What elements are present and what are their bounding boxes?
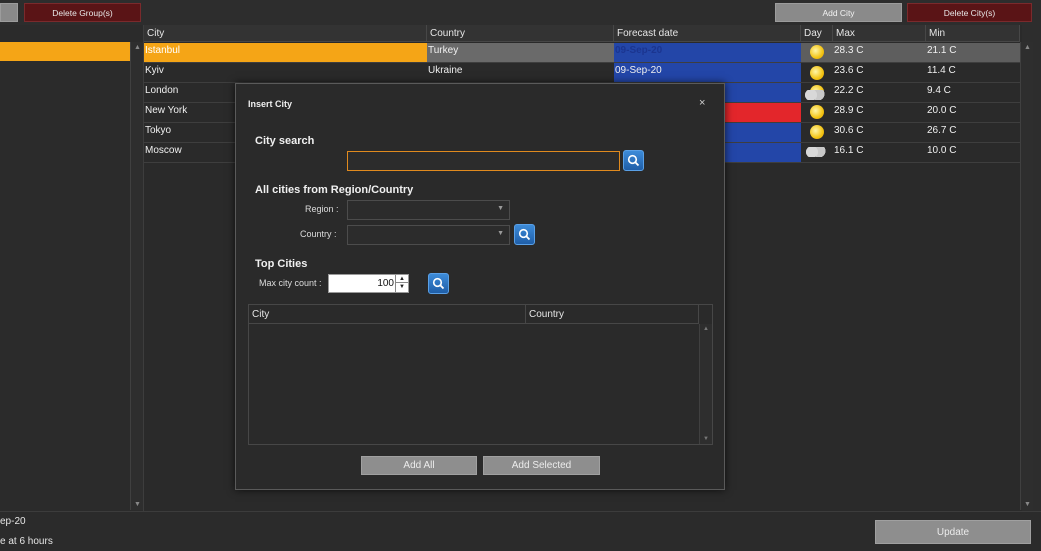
- sun-icon: [810, 66, 824, 80]
- scroll-down-icon[interactable]: ▼: [1024, 501, 1031, 508]
- stepper-down-icon[interactable]: ▼: [395, 283, 408, 292]
- cell-max: 28.3 C: [834, 45, 864, 56]
- region-search-button[interactable]: [514, 224, 535, 245]
- scroll-up-icon[interactable]: ▲: [1024, 44, 1031, 51]
- cell-max: 28.9 C: [834, 105, 864, 116]
- cell-day: [801, 63, 833, 82]
- column-header-country[interactable]: Country: [427, 25, 614, 42]
- delete-groups-button[interactable]: Delete Group(s): [24, 3, 141, 22]
- region-country-title: All cities from Region/Country: [255, 184, 414, 196]
- city-search-input[interactable]: [347, 151, 620, 171]
- delete-cities-button[interactable]: Delete City(s): [907, 3, 1032, 22]
- cell-max: 30.6 C: [834, 125, 864, 136]
- cell-day: [801, 143, 833, 162]
- cell-min: 11.4 C: [927, 65, 956, 76]
- add-city-button[interactable]: Add City: [775, 3, 902, 22]
- close-icon[interactable]: ×: [699, 97, 705, 109]
- table-row[interactable]: Istanbul Turkey 09-Sep-20 28.3 C 21.1 C: [144, 43, 1020, 63]
- cell-min: 10.0 C: [927, 145, 957, 156]
- sun-icon: [810, 105, 824, 119]
- scroll-up-icon[interactable]: ▲: [134, 44, 141, 51]
- cell-day: [801, 123, 833, 142]
- dialog-title: Insert City: [248, 99, 293, 109]
- city-search-button[interactable]: [623, 150, 644, 171]
- chevron-down-icon: ▼: [497, 230, 504, 237]
- top-cities-search-button[interactable]: [428, 273, 449, 294]
- cell-min: 21.1 C: [927, 45, 957, 56]
- cell-day: [801, 83, 833, 102]
- column-header-city[interactable]: City: [144, 25, 427, 42]
- cell-min: 26.7 C: [927, 125, 957, 136]
- cell-city: Kyiv: [145, 65, 164, 76]
- top-cities-title: Top Cities: [255, 258, 308, 270]
- results-scrollbar[interactable]: ▲ ▼: [699, 324, 712, 444]
- cell-day: [801, 103, 833, 122]
- cell-country: Turkey: [427, 43, 614, 62]
- group-item-selected[interactable]: [0, 42, 130, 61]
- chevron-down-icon: ▼: [497, 205, 504, 212]
- cell-max: 22.2 C: [834, 85, 864, 96]
- update-button[interactable]: Update: [875, 520, 1031, 544]
- scroll-down-icon[interactable]: ▼: [134, 501, 141, 508]
- cell-max: 23.6 C: [834, 65, 864, 76]
- insert-city-dialog: Insert City × City search All cities fro…: [235, 83, 725, 490]
- max-city-count-value: 100: [377, 278, 394, 289]
- cell-forecast-date: 09-Sep-20: [614, 63, 801, 82]
- cell-min: 9.4 C: [927, 85, 951, 96]
- sun-icon: [810, 45, 824, 59]
- cell-max: 16.1 C: [834, 145, 864, 156]
- search-icon: [627, 154, 640, 167]
- scroll-up-icon[interactable]: ▲: [703, 326, 709, 332]
- region-select[interactable]: ▼: [347, 200, 510, 220]
- results-header-city[interactable]: City: [249, 305, 526, 324]
- status-date-text: ep-20: [0, 516, 26, 527]
- cell-day: [801, 43, 833, 62]
- column-header-forecast-date[interactable]: Forecast date: [614, 25, 801, 42]
- cell-forecast-date: 09-Sep-20: [614, 43, 801, 62]
- country-label: Country :: [300, 229, 337, 239]
- group-list[interactable]: ▲ ▼: [0, 25, 144, 511]
- max-city-count-label: Max city count :: [259, 278, 322, 288]
- sun-icon: [810, 125, 824, 139]
- cell-country: Ukraine: [428, 65, 463, 76]
- stepper-up-icon[interactable]: ▲: [395, 275, 408, 283]
- column-header-day[interactable]: Day: [801, 25, 833, 42]
- grid-scrollbar[interactable]: ▲ ▼: [1020, 42, 1033, 510]
- left-toolbar-button[interactable]: [0, 3, 18, 22]
- table-row[interactable]: Kyiv Ukraine 09-Sep-20 23.6 C 11.4 C: [144, 63, 1020, 83]
- results-grid: City Country ▲ ▼: [248, 304, 713, 445]
- column-header-max[interactable]: Max: [833, 25, 926, 42]
- city-search-title: City search: [255, 135, 315, 147]
- cloud-icon: [805, 90, 825, 100]
- max-city-count-stepper[interactable]: 100 ▲ ▼: [328, 274, 409, 293]
- add-all-button[interactable]: Add All: [361, 456, 477, 475]
- region-label: Region :: [305, 204, 339, 214]
- cell-min: 20.0 C: [927, 105, 957, 116]
- column-header-min[interactable]: Min: [926, 25, 1020, 42]
- cloud-icon: [806, 147, 826, 157]
- search-icon: [432, 277, 445, 290]
- cell-city: Istanbul: [144, 43, 427, 62]
- scroll-down-icon[interactable]: ▼: [703, 436, 709, 442]
- group-list-scrollbar[interactable]: ▲ ▼: [130, 42, 143, 510]
- search-icon: [518, 228, 531, 241]
- country-select[interactable]: ▼: [347, 225, 510, 245]
- add-selected-button[interactable]: Add Selected: [483, 456, 600, 475]
- status-update-text: e at 6 hours: [0, 536, 53, 547]
- results-header-country[interactable]: Country: [526, 305, 699, 324]
